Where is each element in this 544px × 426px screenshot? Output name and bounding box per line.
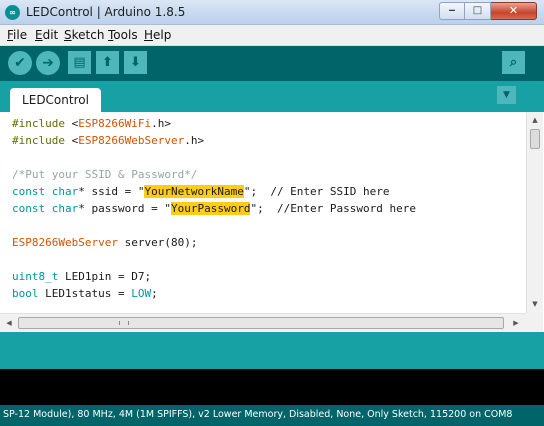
close-button[interactable]: ✕ (491, 2, 537, 20)
tab-menu-button[interactable]: ▼ (497, 86, 516, 104)
arduino-icon: ∞ (5, 5, 20, 20)
scroll-up-icon[interactable]: ▲ (527, 112, 543, 129)
board-info-text: SP-12 Module), 80 MHz, 4M (1M SPIFFS), v… (3, 409, 513, 420)
magnifier-icon: ⌕ (509, 55, 518, 70)
window-title: LEDControl | Arduino 1.8.5 (26, 5, 186, 19)
vertical-scroll-thumb[interactable] (530, 129, 540, 149)
menu-tools[interactable]: Tools (108, 28, 138, 43)
tab-ledcontrol[interactable]: LEDControl (10, 88, 101, 112)
serial-monitor-button[interactable]: ⌕ (502, 51, 525, 74)
scrollbar-corner (526, 313, 543, 332)
console-output[interactable] (0, 369, 544, 405)
menu-help[interactable]: Help (144, 28, 171, 43)
toolbar: ✔ ➔ ▤ ⬆ ⬇ ⌕ (0, 46, 544, 81)
tab-strip: LEDControl ▼ (0, 81, 544, 112)
menu-bar: File Edit Sketch Tools Help (0, 25, 544, 46)
vertical-scrollbar[interactable]: ▲ ▼ (526, 112, 543, 313)
minimize-button[interactable]: ‒ (439, 2, 465, 20)
code-line-10: uint8_t LED1pin = D7; (12, 270, 152, 283)
save-sketch-button[interactable]: ⬇ (124, 51, 147, 74)
arrow-up-icon: ⬆ (102, 55, 113, 70)
scroll-left-icon[interactable]: ◀ (1, 315, 17, 331)
verify-button[interactable]: ✔ (8, 51, 32, 75)
maximize-button[interactable]: □ (465, 2, 491, 20)
code-line-1: #include <ESP8266WiFi.h> (12, 117, 171, 130)
upload-button[interactable]: ➔ (36, 51, 60, 75)
horizontal-scroll-thumb[interactable] (18, 317, 504, 329)
menu-file[interactable]: File (7, 28, 27, 43)
grip-icon (119, 321, 129, 325)
check-icon: ✔ (14, 55, 26, 71)
highlighted-ssid-value: YourNetworkName (144, 185, 244, 198)
scroll-right-icon[interactable]: ▶ (508, 315, 524, 331)
code-line-8: ESP8266WebServer server(80); (12, 236, 198, 249)
code-line-4: /*Put your SSID & Password*/ (12, 168, 198, 181)
scroll-down-icon[interactable]: ▼ (527, 296, 543, 313)
arrow-right-icon: ➔ (42, 55, 54, 71)
code-line-11: bool LED1status = LOW; (12, 287, 158, 300)
title-bar: ∞ LEDControl | Arduino 1.8.5 ‒ □ ✕ (0, 0, 544, 25)
highlighted-password-value: YourPassword (170, 202, 251, 215)
horizontal-scrollbar[interactable]: ◀ ▶ (0, 313, 526, 332)
new-sketch-button[interactable]: ▤ (68, 51, 91, 74)
menu-edit[interactable]: Edit (35, 28, 58, 43)
new-file-icon: ▤ (73, 55, 86, 70)
code-line-5: const char* ssid = "YourNetworkName"; //… (12, 185, 390, 198)
menu-sketch[interactable]: Sketch (64, 28, 104, 43)
open-sketch-button[interactable]: ⬆ (96, 51, 119, 74)
triangle-down-icon: ▼ (503, 90, 510, 100)
arrow-down-icon: ⬇ (130, 55, 141, 70)
status-bar: SP-12 Module), 80 MHz, 4M (1M SPIFFS), v… (0, 405, 544, 426)
code-editor[interactable]: #include <ESP8266WiFi.h> #include <ESP82… (0, 112, 526, 313)
code-line-6: const char* password = "YourPassword"; /… (12, 202, 417, 215)
code-line-2: #include <ESP8266WebServer.h> (12, 134, 205, 147)
message-area (0, 332, 544, 369)
